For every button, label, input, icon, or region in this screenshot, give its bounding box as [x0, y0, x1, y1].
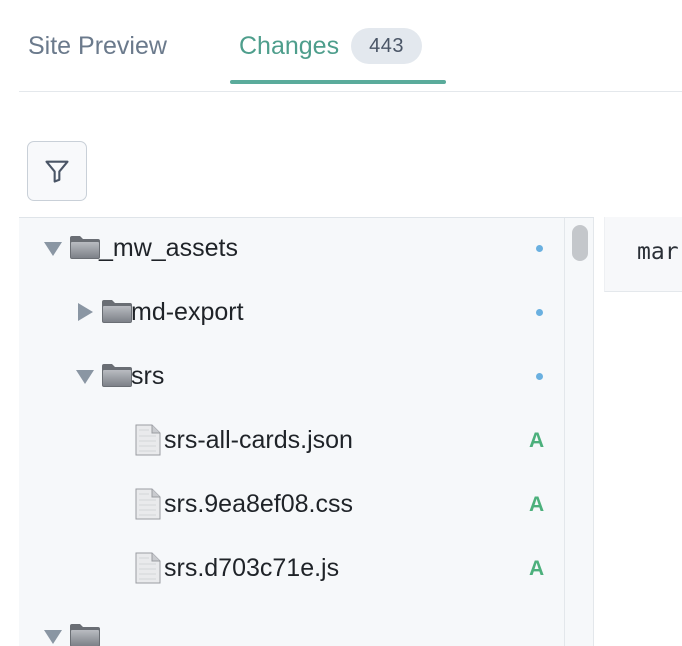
file-icon [134, 424, 162, 461]
tree-item-label: srs.9ea8ef08.css [164, 490, 353, 518]
folder-icon [101, 298, 133, 329]
tab-site-preview[interactable]: Site Preview [28, 28, 167, 64]
tree-item-label: md-export [131, 298, 244, 326]
folder-icon [101, 362, 133, 393]
tab-site-preview-label: Site Preview [28, 31, 167, 60]
diff-preview-header-text: mar [637, 239, 679, 265]
filter-icon [45, 160, 69, 183]
caret-right-icon[interactable] [74, 301, 96, 323]
active-tab-indicator [230, 80, 446, 84]
folder-icon [69, 234, 101, 265]
tree-item-label: _mw_assets [99, 234, 238, 262]
tab-changes[interactable]: Changes 443 [239, 28, 423, 64]
tree-folder-srs[interactable]: srs [19, 356, 564, 396]
added-status-badge: A [529, 557, 545, 580]
tree-scrollbar[interactable] [564, 218, 594, 646]
caret-down-icon[interactable] [74, 365, 96, 387]
tree-item-label: srs-all-cards.json [164, 426, 353, 454]
filter-button[interactable] [27, 141, 87, 201]
tab-bar-divider [19, 91, 682, 92]
tree-scrollbar-thumb[interactable] [572, 225, 588, 261]
tab-changes-label: Changes [239, 31, 340, 60]
tree-file-srs-d703c71e-js[interactable]: srs.d703c71e.js A [19, 548, 564, 588]
changes-view: Site Preview Changes 443 _mw_assets md-e… [0, 0, 682, 646]
tab-bar: Site Preview Changes 443 [0, 0, 682, 92]
tree-file-srs-all-cards-json[interactable]: srs-all-cards.json A [19, 420, 564, 460]
tree-file-srs-9ea8ef08-css[interactable]: srs.9ea8ef08.css A [19, 484, 564, 524]
caret-down-icon[interactable] [42, 625, 64, 646]
changes-count-badge: 443 [351, 28, 423, 64]
tree-item-label: srs [131, 362, 165, 390]
file-tree: _mw_assets md-export srs srs-all-cards.j… [19, 218, 564, 646]
diff-preview-header: mar [604, 217, 682, 292]
diff-preview-panel: mar [594, 217, 682, 646]
added-status-badge: A [529, 493, 545, 516]
added-status-badge: A [529, 429, 545, 452]
modified-status-dot [536, 373, 543, 380]
tree-item-label: srs.d703c71e.js [164, 554, 340, 582]
file-tree-panel: _mw_assets md-export srs srs-all-cards.j… [19, 217, 594, 646]
tree-folder-mw-assets[interactable]: _mw_assets [19, 228, 564, 268]
tree-folder-cutoff[interactable] [19, 616, 564, 646]
file-icon [134, 488, 162, 525]
caret-down-icon[interactable] [42, 237, 64, 259]
modified-status-dot [536, 245, 543, 252]
modified-status-dot [536, 309, 543, 316]
folder-icon [69, 622, 101, 646]
tree-folder-md-export[interactable]: md-export [19, 292, 564, 332]
file-icon [134, 552, 162, 589]
